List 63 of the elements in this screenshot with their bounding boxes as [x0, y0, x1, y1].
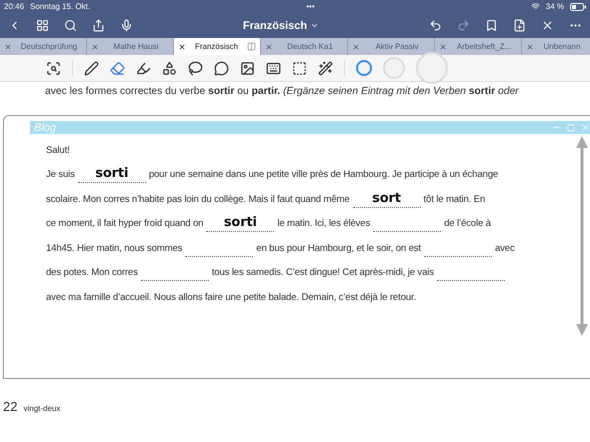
- add-page-icon[interactable]: [513, 19, 526, 32]
- tab-label: Mathe Hausi: [112, 42, 160, 51]
- body-text: pour une semaine dans une petite ville près de Hambourg. Je participe à un échange: [148, 169, 498, 180]
- pen-size-swatch[interactable]: [356, 60, 372, 76]
- tab-label: Französisch: [194, 42, 240, 51]
- tab-label: Deutsch Ka1: [286, 42, 334, 51]
- wifi-icon: [530, 2, 540, 11]
- image-icon[interactable]: [240, 60, 255, 76]
- body-text: en bus pour Hambourg, et le soir, on est: [256, 242, 421, 254]
- close-icon[interactable]: [541, 19, 554, 32]
- clock-time: 20:46: [4, 2, 24, 11]
- page-number: 22: [3, 399, 18, 414]
- lasso-icon[interactable]: [188, 60, 203, 76]
- multitask-dots[interactable]: •••: [306, 2, 315, 11]
- bookmark-icon[interactable]: [485, 19, 498, 32]
- date-text: Sonntag 15. Okt.: [30, 2, 90, 11]
- body-text: le matin. Ici, les élèves: [277, 218, 370, 230]
- split-view-icon[interactable]: [247, 42, 256, 51]
- battery-percent: 34 %: [546, 2, 564, 11]
- blog-title: Blog: [34, 122, 58, 134]
- handwritten-answer[interactable]: sort: [352, 190, 421, 208]
- text-box-icon[interactable]: [292, 60, 307, 76]
- body-text: avec ma famille d’accueil. Nous allons faire une petite balade. Demain, c’est déjà le retour.: [46, 292, 416, 303]
- instruction-text: avec les formes correctes du verbe sortir ou partir. (Ergänze seinen Eintrag mit den Verben sortir oder: [44, 86, 520, 97]
- document-tab[interactable]: Unbenann: [522, 38, 590, 55]
- highlighter-icon[interactable]: [136, 60, 151, 76]
- battery-icon: [570, 2, 586, 10]
- body-text: Je suis: [46, 169, 75, 180]
- undo-icon[interactable]: [429, 19, 442, 32]
- tab-label: Arbeitsheft_Z...: [456, 42, 512, 51]
- body-text: scolaire. Mon corres n’habite pas loin du collège. Mais il faut quand même: [46, 194, 350, 205]
- close-icon: [581, 123, 590, 132]
- pen-icon[interactable]: [84, 60, 99, 76]
- shapes-icon[interactable]: [162, 60, 177, 76]
- grid-icon[interactable]: [36, 19, 49, 32]
- share-icon[interactable]: [92, 19, 105, 32]
- body-text: tôt le matin. En: [424, 194, 486, 205]
- microphone-icon[interactable]: [120, 19, 133, 32]
- page-number-word: vingt-deux: [23, 404, 60, 413]
- body-text: avec: [494, 242, 515, 254]
- eraser-icon[interactable]: [110, 60, 125, 76]
- speech-bubble-icon[interactable]: [214, 60, 229, 76]
- maximize-icon: [567, 124, 575, 132]
- scan-image-icon[interactable]: [46, 60, 61, 76]
- greeting-text: Salut!: [46, 144, 70, 156]
- caret-icon[interactable]: [310, 21, 320, 30]
- tab-label: Unbenann: [542, 42, 582, 51]
- body-text: tous les samedis. C’est dingue! Cet après-midi, je vais: [212, 267, 434, 278]
- keyboard-icon[interactable]: [266, 60, 281, 76]
- scroll-arrow-icon: [576, 136, 588, 336]
- tab-label: Aktiv Passiv: [374, 42, 420, 51]
- document-tab[interactable]: Französisch: [174, 38, 261, 55]
- body-text: des potes. Mon corres: [46, 267, 138, 278]
- close-tab-icon[interactable]: [178, 42, 186, 50]
- tab-label: Deutschprüfung: [20, 42, 78, 51]
- document-title[interactable]: Französisch: [242, 20, 308, 32]
- handwritten-answer[interactable]: sorti: [206, 215, 274, 232]
- body-text: 14h45. Hier matin, nous sommes: [46, 242, 182, 254]
- body-text: de l’école à: [444, 218, 491, 230]
- wand-icon[interactable]: [318, 60, 333, 76]
- body-text: ce moment, il fait hyper froid quand on: [46, 218, 204, 230]
- search-icon[interactable]: [64, 19, 77, 32]
- handwritten-answer[interactable]: sorti: [78, 166, 146, 184]
